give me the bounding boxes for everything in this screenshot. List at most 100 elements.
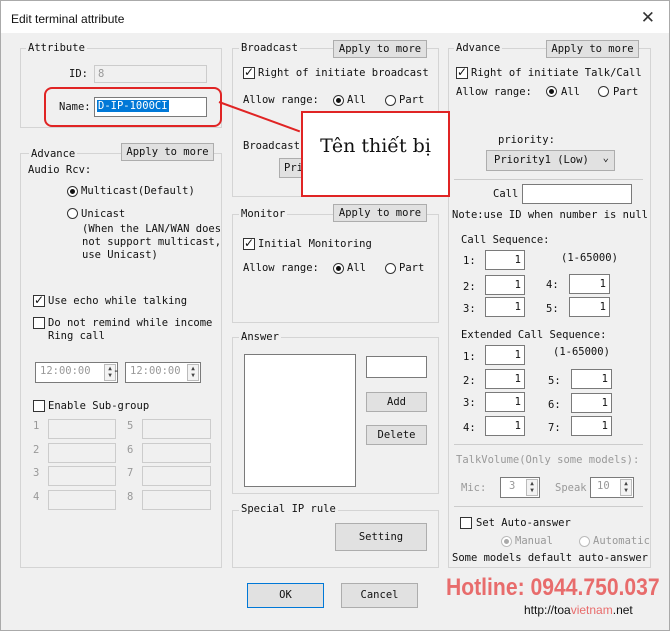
seq-label-2: 2: xyxy=(463,281,476,293)
right-broadcast-label: Right of initiate broadcast xyxy=(258,67,429,79)
time-to-spinner[interactable]: 12:00:00 ▲ ▼ xyxy=(125,362,201,383)
seq-label-3: 3: xyxy=(463,303,476,315)
close-icon[interactable]: ✕ xyxy=(641,8,655,28)
seq-field-1[interactable]: 1 xyxy=(485,250,525,270)
use-echo-checkbox[interactable] xyxy=(33,293,45,307)
monitor-part-label: Part xyxy=(399,262,425,274)
speak-label: Speak xyxy=(555,482,587,494)
ext-field-3[interactable]: 1 xyxy=(485,392,525,412)
name-highlight-box xyxy=(44,87,222,127)
broadcast-allow-range-label: Allow range: xyxy=(243,94,319,106)
do-not-remind-label: Do not remind while income xyxy=(48,317,213,329)
priority-select[interactable]: Priority1 (Low) ⌄ xyxy=(486,150,615,171)
monitor-legend: Monitor xyxy=(239,208,288,220)
auto-answer-checkbox[interactable] xyxy=(460,517,472,529)
delete-button[interactable]: Delete xyxy=(366,425,427,445)
unicast-note-3: use Unicast) xyxy=(82,249,158,261)
spin-arrows-icon[interactable]: ▲ ▼ xyxy=(620,479,632,496)
talk-all-label: All xyxy=(561,86,580,98)
ext-field-4[interactable]: 1 xyxy=(485,416,525,436)
time-from-spinner[interactable]: 12:00:00 ▲ ▼ xyxy=(35,362,118,383)
seq-label-4: 4: xyxy=(546,279,559,291)
auto-answer-note: Some models default auto-answer xyxy=(452,552,648,564)
ext-label-4: 4: xyxy=(463,422,476,434)
talk-part-radio[interactable] xyxy=(598,86,609,97)
unicast-label: Unicast xyxy=(81,208,126,220)
ext-label-2: 2: xyxy=(463,375,476,387)
title-bar: Edit terminal attribute ✕ xyxy=(1,1,669,33)
multicast-label: Multicast(Default) xyxy=(81,185,195,197)
apply-more-monitor-button[interactable]: Apply to more xyxy=(333,204,427,222)
subgroup-num-8: 8 xyxy=(127,491,134,503)
ext-label-6: 6: xyxy=(548,399,561,411)
right-talk-label: Right of initiate Talk/Call xyxy=(471,67,642,79)
unicast-note-2: not support multicast, xyxy=(82,236,222,248)
multicast-radio[interactable] xyxy=(67,186,78,197)
answer-list[interactable] xyxy=(244,354,356,487)
chevron-down-icon: ⌄ xyxy=(602,152,609,164)
ext-label-1: 1: xyxy=(463,351,476,363)
use-echo-label: Use echo while talking xyxy=(48,295,188,307)
ext-field-5[interactable]: 1 xyxy=(571,369,612,389)
attribute-legend: Attribute xyxy=(26,42,87,54)
seq-label-5: 5: xyxy=(546,303,559,315)
spin-arrows-icon[interactable]: ▲ ▼ xyxy=(187,364,199,381)
ext-field-6[interactable]: 1 xyxy=(571,393,612,413)
device-name-callout: Tên thiết bị xyxy=(301,111,450,197)
ext-field-7[interactable]: 1 xyxy=(571,416,612,436)
speak-spinner[interactable]: 10 ▲ ▼ xyxy=(590,477,634,498)
apply-more-broadcast-button[interactable]: Apply to more xyxy=(333,40,427,58)
cancel-button[interactable]: Cancel xyxy=(341,583,418,608)
right-talk-checkbox[interactable] xyxy=(456,65,468,79)
apply-more-audio-button[interactable]: Apply to more xyxy=(121,143,214,161)
do-not-remind-checkbox[interactable] xyxy=(33,317,45,329)
manual-radio[interactable] xyxy=(501,536,512,547)
talk-allow-range-label: Allow range: xyxy=(456,86,532,98)
right-broadcast-checkbox[interactable] xyxy=(243,65,255,79)
time-dash: - xyxy=(113,365,120,377)
spin-arrows-icon[interactable]: ▲ ▼ xyxy=(526,479,538,496)
initial-monitoring-checkbox[interactable] xyxy=(243,236,255,250)
initial-monitoring-label: Initial Monitoring xyxy=(258,238,372,250)
ok-button[interactable]: OK xyxy=(247,583,324,608)
broadcast-all-radio[interactable] xyxy=(333,95,344,106)
subgroup-num-4: 4 xyxy=(33,491,40,503)
subgroup-num-6: 6 xyxy=(127,444,134,456)
seq-field-2[interactable]: 1 xyxy=(485,275,525,295)
broadcast-part-label: Part xyxy=(399,94,425,106)
subgroup-field-2 xyxy=(48,443,116,463)
setting-button[interactable]: Setting xyxy=(335,523,427,551)
answer-input[interactable] xyxy=(366,356,427,378)
automatic-radio[interactable] xyxy=(579,536,590,547)
call-input[interactable] xyxy=(522,184,632,204)
talk-all-radio[interactable] xyxy=(546,86,557,97)
id-label: ID: xyxy=(69,68,88,80)
auto-separator xyxy=(454,506,643,507)
seq-label-1: 1: xyxy=(463,255,476,267)
ext-sequence-label: Extended Call Sequence: xyxy=(461,329,607,341)
seq-field-5[interactable]: 1 xyxy=(569,297,610,317)
dialog-window: Edit terminal attribute ✕ Attribute ID: … xyxy=(0,0,670,631)
apply-more-talk-button[interactable]: Apply to more xyxy=(546,40,639,58)
unicast-radio[interactable] xyxy=(67,208,78,219)
ext-label-3: 3: xyxy=(463,397,476,409)
subgroup-num-5: 5 xyxy=(127,420,134,432)
monitor-all-radio[interactable] xyxy=(333,263,344,274)
add-button[interactable]: Add xyxy=(366,392,427,412)
subgroup-field-7 xyxy=(142,466,211,486)
enable-subgroup-checkbox[interactable] xyxy=(33,400,45,412)
broadcast-part-radio[interactable] xyxy=(385,95,396,106)
monitor-part-radio[interactable] xyxy=(385,263,396,274)
advance-audio-legend: Advance xyxy=(29,148,78,160)
mic-spinner[interactable]: 3 ▲ ▼ xyxy=(500,477,540,498)
special-ip-legend: Special IP rule xyxy=(239,503,338,515)
ext-field-2[interactable]: 1 xyxy=(485,369,525,389)
ext-field-1[interactable]: 1 xyxy=(485,345,525,365)
talk-volume-label: TalkVolume(Only some models): xyxy=(456,454,640,466)
advance-talk-legend: Advance xyxy=(454,42,503,54)
seq-field-3[interactable]: 1 xyxy=(485,297,525,317)
unicast-note-1: (When the LAN/WAN does xyxy=(82,223,222,235)
seq-field-4[interactable]: 1 xyxy=(569,274,610,294)
monitor-allow-range-label: Allow range: xyxy=(243,262,319,274)
answer-legend: Answer xyxy=(239,331,281,343)
